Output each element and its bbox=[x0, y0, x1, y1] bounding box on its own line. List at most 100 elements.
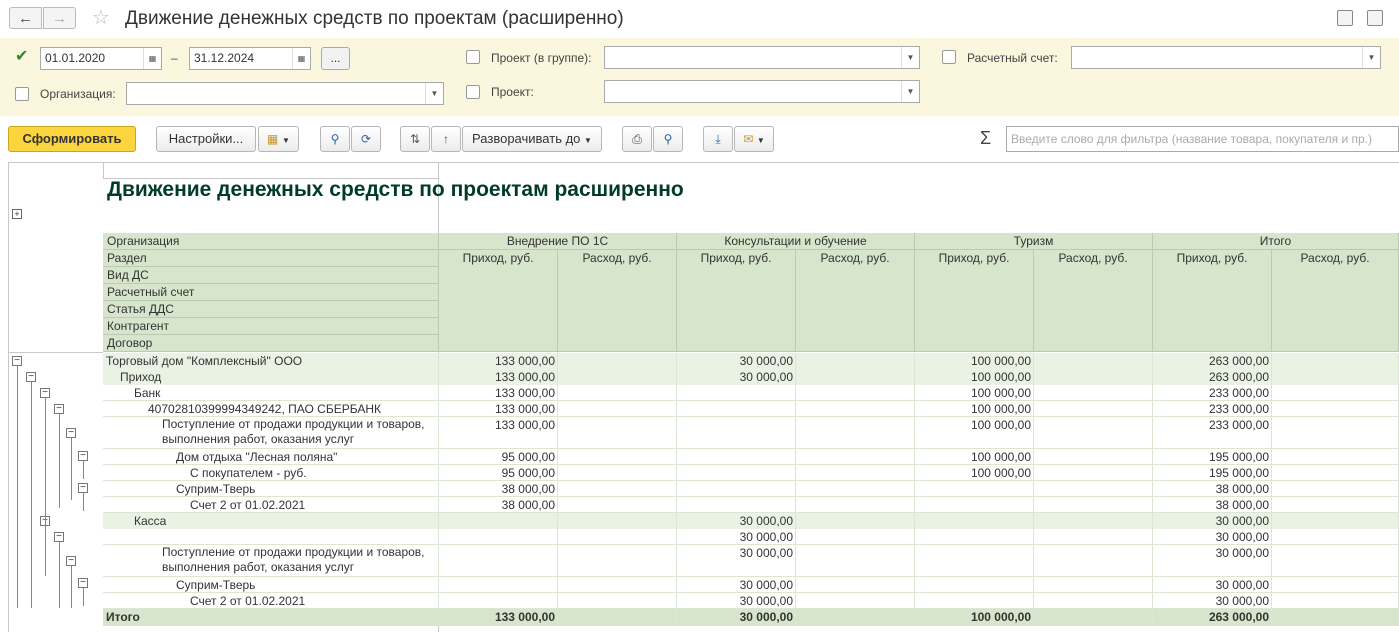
row-name-cell: 40702810399994349242, ПАО СБЕРБАНК bbox=[103, 401, 439, 416]
expense-cell bbox=[1034, 481, 1153, 496]
folder-icon: ▦ bbox=[267, 132, 279, 146]
expense-cell bbox=[558, 449, 677, 464]
row-name-cell: С покупателем - руб. bbox=[103, 465, 439, 480]
table-row[interactable]: Счет 2 от 01.02.2021 30 000,00 30 000,00 bbox=[103, 593, 1399, 609]
expand-header-icon[interactable]: + bbox=[12, 209, 22, 219]
table-row[interactable]: Суприм-Тверь 30 000,00 30 000,00 bbox=[103, 577, 1399, 593]
income-cell bbox=[677, 449, 796, 464]
collapse-node-icon[interactable]: − bbox=[66, 428, 76, 438]
collapse-all-button[interactable]: ↑ bbox=[431, 126, 461, 152]
income-cell bbox=[677, 481, 796, 496]
account-field[interactable]: ▼ bbox=[1071, 46, 1381, 69]
column-group-header: Итого bbox=[1153, 233, 1399, 250]
table-row[interactable]: С покупателем - руб. 95 000,00 100 000,00 1… bbox=[103, 465, 1399, 481]
back-button[interactable]: ← bbox=[9, 7, 42, 29]
variants-button[interactable]: ▦ ▼ bbox=[258, 126, 299, 152]
report-border bbox=[103, 162, 104, 178]
income-cell: 38 000,00 bbox=[439, 481, 558, 496]
table-row[interactable]: Поступление от продажи продукции и товар… bbox=[103, 545, 1399, 577]
table-row[interactable]: Счет 2 от 01.02.2021 38 000,00 38 000,00 bbox=[103, 497, 1399, 513]
expense-cell bbox=[1034, 545, 1153, 576]
organization-field[interactable]: ▼ bbox=[126, 82, 444, 105]
total-row[interactable]: Итого 133 000,00 30 000,00 100 000,00 263 00… bbox=[103, 609, 1399, 626]
forward-button[interactable]: → bbox=[43, 7, 76, 29]
period-from-field[interactable]: 01.01.2020 ▦ bbox=[40, 47, 162, 70]
arrow-right-icon: → bbox=[52, 9, 67, 27]
table-row[interactable]: Касса 30 000,00 30 000,00 bbox=[103, 513, 1399, 529]
collapse-node-icon[interactable]: − bbox=[78, 451, 88, 461]
expense-cell bbox=[1272, 353, 1399, 369]
chevron-down-icon[interactable]: ▼ bbox=[425, 83, 443, 104]
send-mail-button[interactable]: ✉ ▼ bbox=[734, 126, 774, 152]
table-row[interactable]: Суприм-Тверь 38 000,00 38 000,00 bbox=[103, 481, 1399, 497]
table-row[interactable]: 30 000,00 30 000,00 bbox=[103, 529, 1399, 545]
toolbar: Сформировать Настройки... ▦ ▼ ⚲ ⟳ ⇅ ↑ Ра… bbox=[0, 116, 1399, 162]
save-file-button[interactable]: ⤓ bbox=[703, 126, 733, 152]
period-select-button[interactable]: ... bbox=[321, 47, 350, 70]
organization-checkbox[interactable] bbox=[15, 87, 29, 101]
generate-button[interactable]: Сформировать bbox=[8, 126, 136, 152]
calendar-icon[interactable]: ▦ bbox=[292, 48, 310, 69]
expense-cell bbox=[558, 513, 677, 529]
title-bar: ← → ☆ Движение денежных средств по проек… bbox=[0, 0, 1399, 38]
expense-cell bbox=[1034, 465, 1153, 480]
find-next-button[interactable]: ⟳ bbox=[351, 126, 381, 152]
expense-cell bbox=[1272, 481, 1399, 496]
tree-connector bbox=[83, 461, 84, 479]
income-cell bbox=[677, 497, 796, 512]
expense-cell bbox=[558, 529, 677, 544]
expense-cell bbox=[558, 401, 677, 416]
collapse-node-icon[interactable]: − bbox=[78, 578, 88, 588]
chevron-down-icon: ▼ bbox=[584, 136, 592, 145]
printer-icon: ⎙ bbox=[632, 132, 642, 146]
expense-cell bbox=[1034, 385, 1153, 400]
chevron-down-icon[interactable]: ▼ bbox=[901, 81, 919, 102]
preview-button[interactable]: ⚲ bbox=[653, 126, 683, 152]
table-row[interactable]: 40702810399994349242, ПАО СБЕРБАНК 133 00… bbox=[103, 401, 1399, 417]
chevron-down-icon[interactable]: ▼ bbox=[1362, 47, 1380, 68]
project-checkbox[interactable] bbox=[466, 85, 480, 99]
expand-all-button[interactable]: ⇅ bbox=[400, 126, 430, 152]
row-name-cell: Счет 2 от 01.02.2021 bbox=[103, 593, 439, 608]
expense-cell bbox=[1272, 529, 1399, 544]
calendar-icon[interactable]: ▦ bbox=[143, 48, 161, 69]
search-input[interactable]: Введите слово для фильтра (название това… bbox=[1006, 126, 1399, 152]
settings-button[interactable]: Настройки... bbox=[156, 126, 256, 152]
period-to-field[interactable]: 31.12.2024 ▦ bbox=[189, 47, 311, 70]
collapse-node-icon[interactable]: − bbox=[40, 388, 50, 398]
table-row[interactable]: Банк 133 000,00 100 000,00 233 000,00 bbox=[103, 385, 1399, 401]
income-cell: 100 000,00 bbox=[915, 449, 1034, 464]
find-button[interactable]: ⚲ bbox=[320, 126, 350, 152]
income-cell: 133 000,00 bbox=[439, 369, 558, 385]
expense-column-header: Расход, руб. bbox=[1034, 250, 1153, 352]
project-group-checkbox[interactable] bbox=[466, 50, 480, 64]
period-checkbox[interactable]: ✔ bbox=[15, 49, 29, 65]
collapse-node-icon[interactable]: − bbox=[54, 532, 64, 542]
collapse-node-icon[interactable]: − bbox=[78, 483, 88, 493]
account-checkbox[interactable] bbox=[942, 50, 956, 64]
save-icon[interactable] bbox=[1337, 10, 1353, 26]
table-row[interactable]: Торговый дом "Комплексный" ООО 133 000,00… bbox=[103, 353, 1399, 369]
collapse-node-icon[interactable]: − bbox=[26, 372, 36, 382]
window-title: Движение денежных средств по проектам (р… bbox=[125, 8, 624, 29]
sum-icon[interactable]: Σ bbox=[980, 128, 991, 149]
chevron-down-icon: ▼ bbox=[756, 136, 765, 145]
row-dimension-header: Статья ДДС bbox=[103, 301, 439, 318]
chevron-down-icon[interactable]: ▼ bbox=[901, 47, 919, 68]
star-icon[interactable]: ☆ bbox=[92, 5, 110, 30]
collapse-node-icon[interactable]: − bbox=[66, 556, 76, 566]
expand-to-button[interactable]: Разворачивать до ▼ bbox=[462, 126, 602, 152]
collapse-node-icon[interactable]: − bbox=[12, 356, 22, 366]
project-group-field[interactable]: ▼ bbox=[604, 46, 920, 69]
expense-cell bbox=[1272, 513, 1399, 529]
print-icon[interactable] bbox=[1367, 10, 1383, 26]
table-row[interactable]: Приход 133 000,00 30 000,00 100 000,00 263 0… bbox=[103, 369, 1399, 385]
collapse-node-icon[interactable]: − bbox=[54, 404, 64, 414]
table-row[interactable]: Дом отдыха "Лесная поляна" 95 000,00 100 0… bbox=[103, 449, 1399, 465]
income-cell: 30 000,00 bbox=[677, 593, 796, 608]
income-cell bbox=[677, 385, 796, 400]
income-cell: 133 000,00 bbox=[439, 417, 558, 448]
print-button[interactable]: ⎙ bbox=[622, 126, 652, 152]
project-field[interactable]: ▼ bbox=[604, 80, 920, 103]
table-row[interactable]: Поступление от продажи продукции и товар… bbox=[103, 417, 1399, 449]
